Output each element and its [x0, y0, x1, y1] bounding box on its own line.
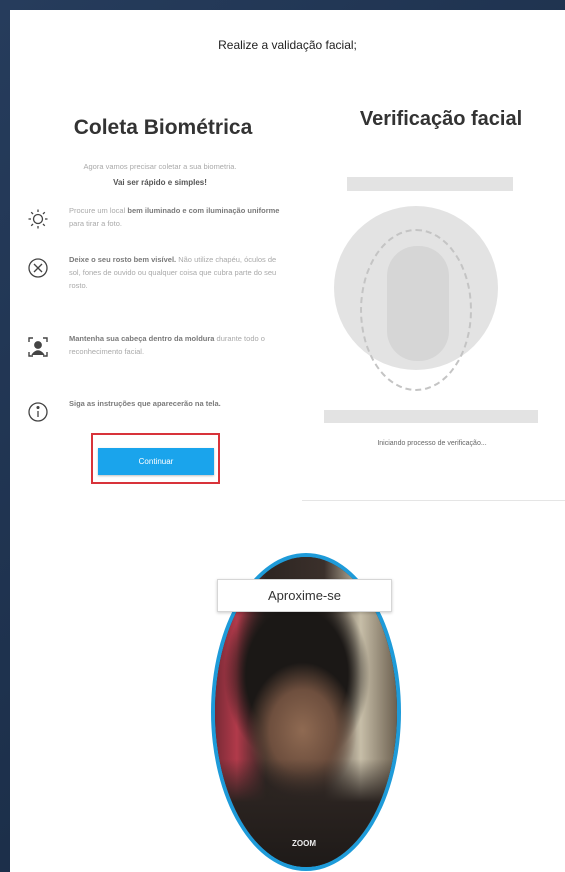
- biometric-intro-emphasis: Vai ser rápido e simples!: [113, 178, 207, 187]
- biometric-intro: Agora vamos precisar coletar a sua biome…: [83, 162, 237, 171]
- zoom-logo: ZOOM: [292, 839, 316, 848]
- sun-icon: [23, 204, 53, 234]
- verification-status: Iniciando processo de verificação...: [377, 440, 487, 447]
- biometric-heading: Coleta Biométrica: [73, 116, 253, 139]
- instruction-head-frame: Mantenha sua cabeça dentro da moldura du…: [23, 332, 303, 362]
- page-title: Realize a validação facial;: [218, 38, 357, 52]
- instruction-bold: Siga as instruções que aparecerão na tel…: [69, 399, 221, 408]
- instruction-bold: Deixe o seu rosto bem visível.: [69, 255, 177, 264]
- progress-placeholder-bar: [324, 410, 538, 423]
- main-panel: Realize a validação facial; Coleta Biomé…: [10, 10, 565, 872]
- face-frame-icon: [23, 332, 53, 362]
- face-placeholder-oval: [387, 246, 449, 361]
- verification-heading: Verificação facial: [359, 108, 523, 130]
- instruction-follow: Siga as instruções que aparecerão na tel…: [23, 397, 303, 427]
- camera-feed-shade: [215, 758, 397, 867]
- close-circle-icon: [23, 253, 53, 283]
- instruction-text: para tirar a foto.: [69, 219, 122, 228]
- instruction-bold: bem iluminado e com iluminação uniforme: [127, 206, 280, 215]
- approach-prompt: Aproxime-se: [217, 579, 392, 612]
- continue-button[interactable]: Continuar: [98, 448, 214, 475]
- instruction-lighting: Procure um local bem iluminado e com ilu…: [23, 204, 303, 234]
- instruction-text: Procure um local: [69, 206, 128, 215]
- instruction-face-visible: Deixe o seu rosto bem visível. Não utili…: [23, 253, 303, 292]
- divider: [302, 500, 565, 501]
- instruction-bold: Mantenha sua cabeça dentro da moldura: [69, 334, 215, 343]
- info-icon: [23, 397, 53, 427]
- loading-placeholder-bar: [347, 177, 513, 191]
